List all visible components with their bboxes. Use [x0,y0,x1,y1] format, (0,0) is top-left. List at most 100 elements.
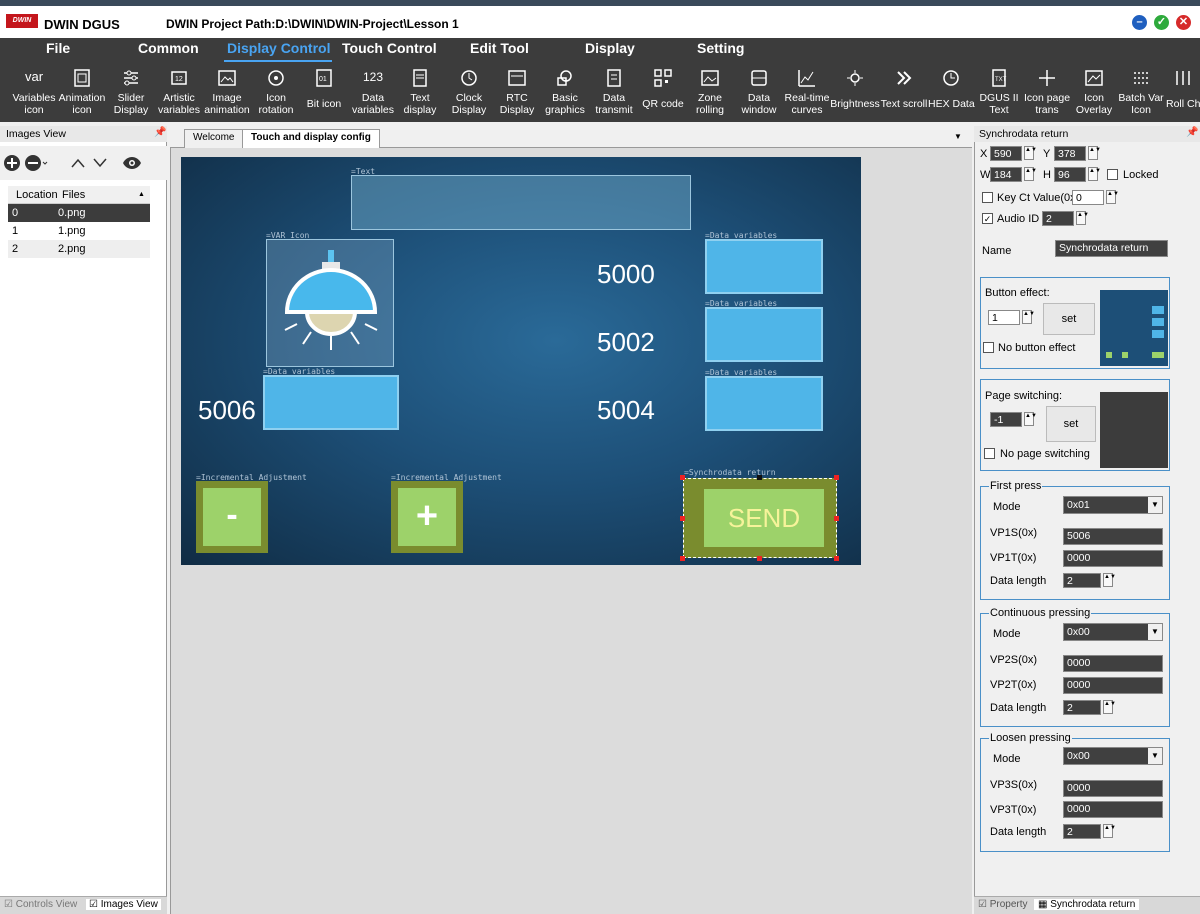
tool-variables-icon[interactable]: var Variables icon [10,62,58,122]
page-switching-input[interactable]: -1 [990,412,1022,427]
audio-id-spinner[interactable]: ▲▼ [1076,211,1089,225]
table-row[interactable]: 1 1.png [8,222,150,240]
name-input[interactable]: Synchrodata return [1055,240,1168,257]
page-switching-spinner[interactable]: ▲▼ [1024,412,1037,426]
h-spinner[interactable]: ▲▼ [1088,167,1101,181]
tool-brightness[interactable]: Brightness [830,62,880,122]
table-row[interactable]: 0 0.png [8,204,150,222]
tool-icon-page-trans[interactable]: Icon page trans [1022,62,1072,122]
selection-handle[interactable] [680,516,685,521]
tool-data-transmit[interactable]: Data transmit [590,62,638,122]
key-ct-checkbox[interactable] [982,192,993,203]
tool-slider-display[interactable]: Slider Display [108,62,154,122]
loosen-mode-select[interactable]: 0x00 ▼ [1063,747,1163,765]
minimize-icon[interactable]: – [1132,15,1147,30]
tool-realtime-curves[interactable]: Real-time curves [784,62,830,122]
button-effect-input[interactable]: 1 [988,310,1020,325]
menu-display[interactable]: Display [585,40,635,56]
button-effect-spinner[interactable]: ▲▼ [1022,310,1035,324]
column-location[interactable]: Location [16,186,58,204]
locked-checkbox[interactable] [1107,169,1118,180]
text-control[interactable] [351,175,691,230]
tool-zone-rolling[interactable]: Zone rolling [688,62,732,122]
menu-common[interactable]: Common [138,40,199,56]
remove-icon[interactable] [24,154,48,172]
selection-handle[interactable] [834,475,839,480]
send-button[interactable]: SEND [683,478,837,558]
audio-id-checkbox[interactable]: ✓ [982,213,993,224]
tab-synchrodata-return[interactable]: ▦ Synchrodata return [1034,899,1140,910]
pin-icon[interactable]: 📌 [1186,127,1198,138]
page-switching-set-button[interactable]: set [1046,406,1096,442]
tabs-dropdown-icon[interactable]: ▼ [954,132,962,141]
key-ct-input[interactable]: 0 [1072,190,1104,205]
tool-basic-graphics[interactable]: Basic graphics [542,62,588,122]
vp3t-input[interactable]: 0000 [1063,801,1163,818]
tool-icon-rotation[interactable]: Icon rotation [254,62,298,122]
tool-image-animation[interactable]: Image animation [204,62,250,122]
preview-eye-icon[interactable] [122,154,142,172]
close-icon[interactable]: ✕ [1176,15,1191,30]
vp2s-input[interactable]: 0000 [1063,655,1163,672]
y-spinner[interactable]: ▲▼ [1088,146,1101,160]
button-effect-set-button[interactable]: set [1043,303,1095,335]
tab-controls-view[interactable]: ☑ Controls View [4,899,77,910]
tool-artistic-variables[interactable]: 12 Artistic variables [156,62,202,122]
tool-icon-overlay[interactable]: Icon Overlay [1072,62,1116,122]
y-input[interactable]: 378 [1054,146,1086,161]
loosen-length-input[interactable]: 2 [1063,824,1101,839]
tab-property[interactable]: ☑ Property [978,899,1028,910]
no-page-switching-checkbox[interactable] [984,448,995,459]
menu-setting[interactable]: Setting [697,40,744,56]
table-row[interactable]: 2 2.png [8,240,150,258]
pin-icon[interactable]: 📌 [154,127,166,138]
selection-handle[interactable] [834,556,839,561]
tool-data-window[interactable]: Data window [736,62,782,122]
sort-up-icon[interactable]: ▲ [138,186,145,204]
vp2t-input[interactable]: 0000 [1063,677,1163,694]
tool-bit-icon[interactable]: 01 Bit icon [302,62,346,122]
selection-handle[interactable] [757,556,762,561]
tool-roll-ch[interactable]: Roll Ch [1166,62,1200,122]
selection-handle[interactable] [680,475,685,480]
first-mode-select[interactable]: 0x01 ▼ [1063,496,1163,514]
no-button-effect-checkbox[interactable] [983,342,994,353]
design-screen[interactable]: =Text =VAR Icon =Data variables 5000 =Da… [181,157,861,565]
menu-file[interactable]: File [46,40,70,56]
tab-welcome[interactable]: Welcome [184,129,244,148]
increment-button[interactable]: + [391,481,463,553]
decrement-button[interactable]: - [196,481,268,553]
tool-batch-var-icon[interactable]: Batch Var Icon [1116,62,1166,122]
tool-qr-code[interactable]: QR code [640,62,686,122]
continuous-mode-select[interactable]: 0x00 ▼ [1063,623,1163,641]
menu-touch-control[interactable]: Touch Control [342,40,437,56]
h-input[interactable]: 96 [1054,167,1086,182]
data-variable-5000[interactable] [705,239,823,294]
tab-images-view[interactable]: ☑ Images View [86,899,161,910]
continuous-length-spinner[interactable]: ▲▼ [1103,700,1116,714]
loosen-length-spinner[interactable]: ▲▼ [1103,824,1116,838]
vp1s-input[interactable]: 5006 [1063,528,1163,545]
tab-touch-display-config[interactable]: Touch and display config [242,129,380,148]
data-variable-5006[interactable] [263,375,399,430]
vp3s-input[interactable]: 0000 [1063,780,1163,797]
x-input[interactable]: 590 [990,146,1022,161]
tool-hex-data[interactable]: HEX Data [928,62,975,122]
maximize-icon[interactable]: ✓ [1154,15,1169,30]
selection-handle[interactable] [680,556,685,561]
move-down-icon[interactable] [92,156,108,170]
continuous-length-input[interactable]: 2 [1063,700,1101,715]
tool-text-display[interactable]: Text display [398,62,442,122]
tool-clock-display[interactable]: Clock Display [446,62,492,122]
first-length-input[interactable]: 2 [1063,573,1101,588]
w-input[interactable]: 184 [990,167,1022,182]
data-variable-5004[interactable] [705,376,823,431]
key-ct-spinner[interactable]: ▲▼ [1106,190,1119,204]
add-icon[interactable] [3,154,21,172]
var-icon-control[interactable] [266,239,394,367]
tool-animation-icon[interactable]: Animation icon [58,62,106,122]
tool-rtc-display[interactable]: RTC Display [494,62,540,122]
tool-text-scroll[interactable]: Text scroll [880,62,928,122]
x-spinner[interactable]: ▲▼ [1024,146,1037,160]
vp1t-input[interactable]: 0000 [1063,550,1163,567]
